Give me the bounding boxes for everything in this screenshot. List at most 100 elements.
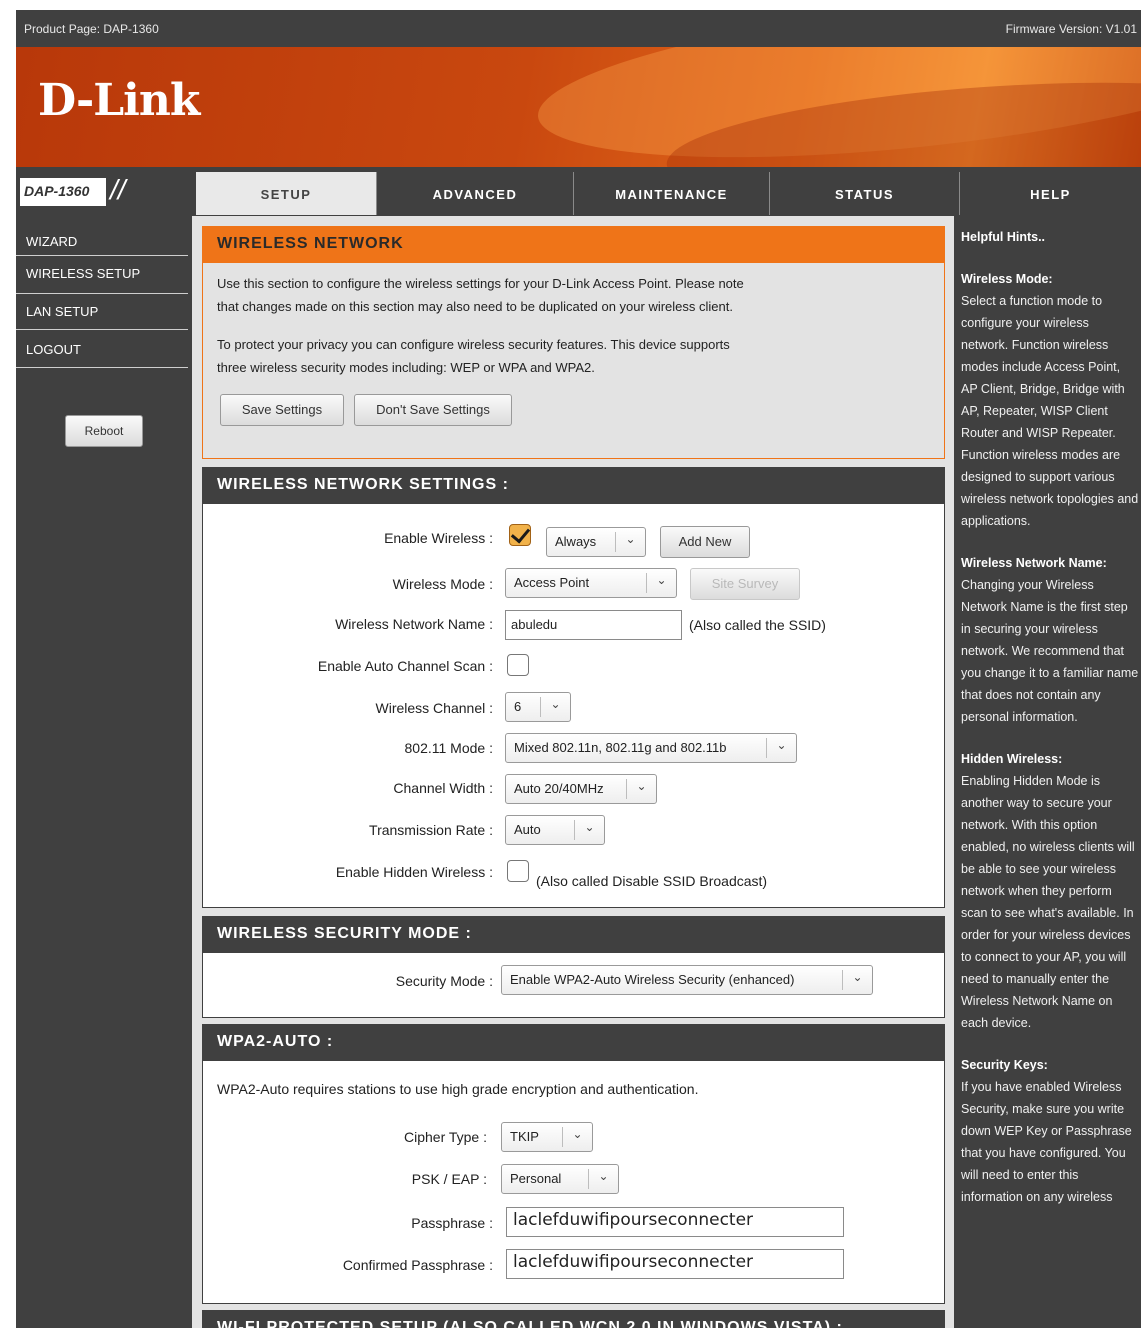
section-title: WPA2-AUTO : — [203, 1025, 944, 1061]
wps-settings: WI-FI PROTECTED SETUP (ALSO CALLED WCN 2… — [202, 1310, 945, 1328]
tab-maintenance[interactable]: MAINTENANCE — [573, 172, 769, 215]
security-mode-label: Security Mode : — [395, 973, 493, 989]
hint-hidden-wireless-title: Hidden Wireless: — [961, 752, 1063, 766]
site-survey-button[interactable]: Site Survey — [690, 568, 800, 600]
save-settings-button[interactable]: Save Settings — [220, 394, 344, 426]
hint-hidden-wireless-text: Enabling Hidden Mode is another way to s… — [961, 774, 1135, 1030]
confirmed-passphrase-input[interactable]: laclefduwifipourseconnecter — [506, 1249, 844, 1279]
model-badge: DAP-1360 — [20, 178, 106, 206]
hints-title: Helpful Hints.. — [961, 230, 1046, 244]
chevron-down-icon: ⌄ — [574, 820, 604, 840]
hints-gap — [961, 248, 1139, 268]
section-title: WIRELESS NETWORK — [203, 227, 944, 263]
hidden-wireless-label: Enable Hidden Wireless : — [335, 864, 493, 880]
transmission-rate-select[interactable]: Auto ⌄ — [505, 815, 605, 845]
hint-wireless-mode-text: Select a function mode to configure your… — [961, 294, 1139, 528]
wpa2-description: WPA2-Auto requires stations to use high … — [217, 1081, 699, 1097]
wireless-channel-select[interactable]: 6 ⌄ — [505, 692, 571, 722]
chevron-down-icon: ⌄ — [842, 970, 872, 990]
passphrase-label: Passphrase : — [411, 1215, 493, 1231]
dot11-mode-value: Mixed 802.11n, 802.11g and 802.11b — [514, 740, 727, 755]
brand-banner: D-Link — [16, 47, 1141, 167]
enable-wireless-label: Enable Wireless : — [384, 530, 493, 546]
sidebar: WIZARD WIRELESS SETUP LAN SETUP LOGOUT R… — [16, 216, 192, 1328]
hints-gap — [961, 1034, 1139, 1054]
wireless-mode-select[interactable]: Access Point ⌄ — [505, 568, 677, 598]
helpful-hints-panel: Helpful Hints.. Wireless Mode: Select a … — [954, 216, 1141, 1328]
section-title: WI-FI PROTECTED SETUP (ALSO CALLED WCN 2… — [203, 1311, 944, 1328]
chevron-down-icon: ⌄ — [626, 779, 656, 799]
reboot-button[interactable]: Reboot — [65, 415, 143, 447]
psk-eap-label: PSK / EAP : — [411, 1171, 487, 1187]
confirmed-passphrase-label: Confirmed Passphrase : — [342, 1257, 493, 1273]
hint-network-name-text: Changing your Wireless Network Name is t… — [961, 578, 1139, 724]
main-content: WIRELESS NETWORK Use this section to con… — [192, 216, 954, 1328]
sidebar-item-lan-setup[interactable]: LAN SETUP — [16, 294, 188, 330]
intro-text-line: Use this section to configure the wirele… — [217, 276, 744, 291]
psk-eap-select[interactable]: Personal ⌄ — [501, 1164, 619, 1194]
hint-network-name-title: Wireless Network Name: — [961, 556, 1107, 570]
wpa2-auto-settings: WPA2-AUTO : WPA2-Auto requires stations … — [202, 1024, 945, 1304]
cipher-type-select[interactable]: TKIP ⌄ — [501, 1122, 593, 1152]
transmission-rate-label: Transmission Rate : — [369, 822, 493, 838]
sidebar-item-wizard[interactable]: WIZARD — [16, 220, 188, 256]
firmware-version-label: Firmware Version: V1.01 — [1005, 22, 1137, 36]
cipher-type-value: TKIP — [510, 1129, 539, 1144]
dot11-mode-select[interactable]: Mixed 802.11n, 802.11g and 802.11b ⌄ — [505, 733, 797, 763]
ssid-input[interactable]: abuledu — [505, 610, 682, 640]
top-bar: Product Page: DAP-1360 Firmware Version:… — [16, 14, 1141, 44]
model-slashes: // — [110, 174, 126, 205]
wireless-channel-value: 6 — [514, 699, 522, 714]
dlink-logo: D-Link — [38, 75, 200, 126]
wireless-security-mode: WIRELESS SECURITY MODE : Security Mode :… — [202, 916, 945, 1018]
chevron-down-icon: ⌄ — [540, 697, 570, 717]
hints-gap — [961, 728, 1139, 748]
hint-wireless-mode-title: Wireless Mode: — [961, 272, 1053, 286]
dot11-mode-label: 802.11 Mode : — [404, 740, 493, 756]
sidebar-item-wireless-setup[interactable]: WIRELESS SETUP — [16, 256, 188, 294]
security-mode-value: Enable WPA2-Auto Wireless Security (enha… — [510, 972, 795, 987]
sidebar-item-logout[interactable]: LOGOUT — [16, 330, 188, 368]
channel-width-select[interactable]: Auto 20/40MHz ⌄ — [505, 774, 657, 804]
hint-security-keys-title: Security Keys: — [961, 1058, 1048, 1072]
chevron-down-icon: ⌄ — [766, 738, 796, 758]
tab-setup[interactable]: SETUP — [196, 172, 376, 215]
cipher-type-label: Cipher Type : — [403, 1129, 487, 1145]
section-title: WIRELESS SECURITY MODE : — [203, 917, 944, 953]
chevron-down-icon: ⌄ — [615, 532, 645, 552]
ssid-label: Wireless Network Name : — [335, 616, 493, 632]
hidden-wireless-note: (Also called Disable SSID Broadcast) — [536, 873, 768, 889]
wireless-network-intro: WIRELESS NETWORK Use this section to con… — [202, 226, 945, 459]
hidden-wireless-checkbox[interactable] — [507, 860, 529, 882]
schedule-select[interactable]: Always ⌄ — [546, 527, 646, 557]
auto-channel-scan-label: Enable Auto Channel Scan : — [317, 658, 493, 674]
hint-security-keys-text: If you have enabled Wireless Security, m… — [961, 1080, 1132, 1204]
passphrase-input[interactable]: laclefduwifipourseconnecter — [506, 1207, 844, 1237]
auto-channel-scan-checkbox[interactable] — [507, 654, 529, 676]
intro-text-line: three wireless security modes including:… — [217, 360, 595, 375]
intro-text-line: that changes made on this section may al… — [217, 299, 733, 314]
tab-status[interactable]: STATUS — [769, 172, 959, 215]
product-page-label: Product Page: DAP-1360 — [24, 22, 159, 36]
psk-eap-value: Personal — [510, 1171, 562, 1186]
add-new-button[interactable]: Add New — [660, 526, 750, 558]
tab-help[interactable]: HELP — [959, 172, 1141, 215]
section-title: WIRELESS NETWORK SETTINGS : — [203, 468, 944, 504]
wireless-network-settings: WIRELESS NETWORK SETTINGS : Enable Wirel… — [202, 467, 945, 908]
chevron-down-icon: ⌄ — [588, 1169, 618, 1189]
enable-wireless-checkbox[interactable] — [509, 524, 531, 546]
channel-width-value: Auto 20/40MHz — [514, 781, 604, 796]
wireless-mode-value: Access Point — [514, 575, 590, 590]
schedule-value: Always — [555, 534, 597, 549]
transmission-rate-value: Auto — [514, 822, 541, 837]
chevron-down-icon: ⌄ — [646, 573, 676, 593]
intro-text-line: To protect your privacy you can configur… — [217, 337, 730, 352]
wireless-mode-label: Wireless Mode : — [392, 576, 493, 592]
main-nav: DAP-1360 // SETUP ADVANCED MAINTENANCE S… — [16, 170, 1141, 215]
dont-save-settings-button[interactable]: Don't Save Settings — [354, 394, 512, 426]
channel-width-label: Channel Width : — [393, 780, 493, 796]
wireless-channel-label: Wireless Channel : — [375, 700, 494, 716]
security-mode-select[interactable]: Enable WPA2-Auto Wireless Security (enha… — [501, 965, 873, 995]
chevron-down-icon: ⌄ — [562, 1127, 592, 1147]
tab-advanced[interactable]: ADVANCED — [376, 172, 573, 215]
